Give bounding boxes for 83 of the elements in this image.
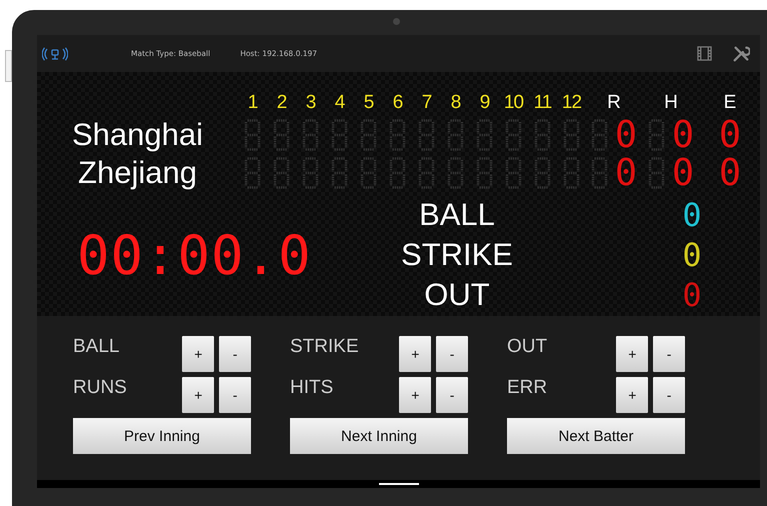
film-icon[interactable] (697, 46, 712, 61)
unlit-digit-icon (534, 157, 551, 189)
score-digit: 0 (614, 156, 638, 190)
unlit-digit-icon (360, 157, 377, 189)
game-clock: 00:00.0 (76, 224, 313, 286)
count-label: STRIKE (400, 237, 514, 273)
unlit-digit-icon (447, 119, 464, 151)
increment-button[interactable]: + (399, 336, 432, 372)
unlit-digit-icon (534, 119, 551, 151)
unlit-digit-icon (476, 119, 493, 151)
unlit-digit-icon (447, 157, 464, 189)
unlit-digit-icon (590, 119, 608, 151)
inning-number: 10 (502, 91, 524, 115)
increment-button[interactable]: + (399, 377, 432, 413)
inning-number: 8 (450, 91, 462, 115)
stat-label: STRIKE (290, 336, 360, 358)
inning-number: 6 (392, 91, 404, 115)
unlit-digit-icon (389, 119, 406, 151)
unlit-digit-icon (302, 157, 319, 189)
team-name: Shanghai (70, 116, 204, 154)
unlit-digit-icon (563, 119, 580, 151)
unlit-digit-icon (360, 119, 377, 151)
decrement-button[interactable]: - (653, 336, 685, 372)
decrement-button[interactable]: - (653, 377, 685, 413)
decrement-button[interactable]: - (436, 377, 468, 413)
unlit-digit-icon (505, 119, 522, 151)
unlit-digit-icon (476, 157, 493, 189)
stat-label: OUT (507, 336, 548, 358)
unlit-digit-icon (505, 157, 522, 189)
unlit-digit-icon (302, 119, 319, 151)
inning-number: 12 (560, 91, 582, 115)
unlit-digit-icon (331, 119, 348, 151)
inning-number: 4 (334, 91, 346, 115)
broadcast-icon[interactable] (42, 46, 68, 60)
inning-number: 2 (276, 91, 288, 115)
stat-label: BALL (73, 336, 120, 358)
score-digit: 0 (718, 118, 742, 152)
unlit-digit-icon (563, 157, 580, 189)
decrement-button[interactable]: - (436, 336, 468, 372)
score-digit: 0 (718, 156, 742, 190)
unlit-digit-icon (648, 157, 665, 189)
unlit-digit-icon (418, 119, 435, 151)
stat-label: HITS (290, 377, 334, 399)
unlit-digit-icon (244, 119, 261, 151)
inning-button[interactable]: Prev Inning (73, 418, 251, 454)
stat-label: ERR (507, 377, 548, 399)
inning-button[interactable]: Next Batter (507, 418, 685, 454)
unlit-digit-icon (244, 157, 261, 189)
count-digit: 0 (681, 276, 703, 314)
unlit-digit-icon (590, 157, 608, 189)
inning-number: 7 (420, 91, 432, 115)
inning-number: 11 (532, 91, 552, 115)
unlit-digit-icon (331, 157, 348, 189)
score-digit: 0 (672, 156, 694, 190)
score-digit: 0 (672, 118, 694, 152)
total-heading: E (722, 91, 738, 115)
camera-icon (393, 18, 400, 25)
increment-button[interactable]: + (182, 336, 214, 372)
count-digit: 0 (681, 236, 703, 274)
unlit-digit-icon (418, 157, 435, 189)
tools-icon[interactable] (732, 44, 750, 62)
unlit-digit-icon (389, 157, 406, 189)
inning-number: 1 (246, 91, 258, 115)
stat-label: RUNS (73, 377, 128, 399)
inning-number: 3 (304, 91, 316, 115)
total-heading: R (606, 91, 622, 115)
count-label: OUT (423, 277, 491, 313)
count-digit: 0 (681, 196, 703, 234)
total-heading: H (663, 91, 679, 115)
unlit-digit-icon (273, 119, 290, 151)
inning-button[interactable]: Next Inning (290, 418, 468, 454)
inning-number: 5 (362, 91, 374, 115)
count-label: BALL (418, 197, 496, 233)
unlit-digit-icon (648, 119, 665, 151)
decrement-button[interactable]: - (219, 336, 251, 372)
decrement-button[interactable]: - (219, 377, 251, 413)
inning-number: 9 (478, 91, 490, 115)
increment-button[interactable]: + (616, 336, 648, 372)
unlit-digit-icon (273, 157, 290, 189)
increment-button[interactable]: + (182, 377, 214, 413)
team-name: Zhejiang (77, 154, 198, 192)
increment-button[interactable]: + (616, 377, 648, 413)
score-digit: 0 (614, 118, 638, 152)
